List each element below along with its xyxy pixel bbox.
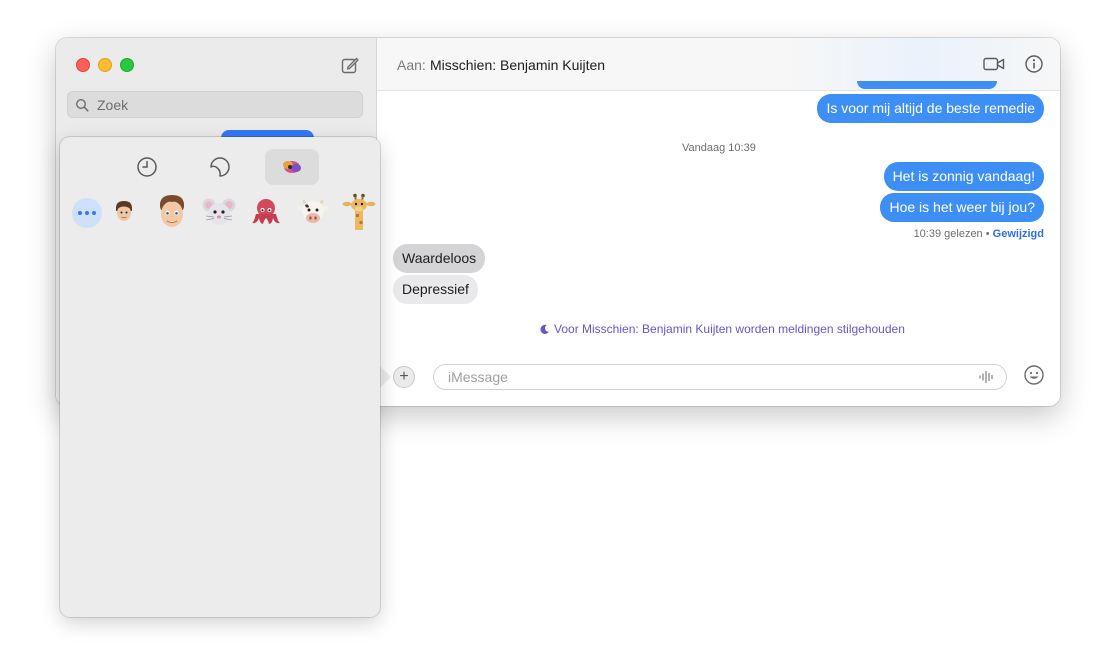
info-icon[interactable]: [1022, 54, 1046, 74]
emoji-icon[interactable]: [1023, 364, 1045, 386]
conversation-pane: Aan: Misschien: Benjamin Kuijten Is voor…: [377, 38, 1060, 406]
more-dot-icon: [92, 211, 96, 215]
focus-note-text: Voor Misschien: Benjamin Kuijten worden …: [554, 322, 905, 336]
read-receipt: 10:39 gelezen • Gewijzigd: [914, 228, 1044, 240]
memoji-person-face[interactable]: [154, 193, 190, 231]
recipient-name[interactable]: Misschien: Benjamin Kuijten: [430, 57, 605, 73]
memoji-person-small[interactable]: [106, 193, 142, 231]
more-memoji-button[interactable]: [72, 198, 102, 228]
to-label: Aan:: [397, 57, 426, 73]
tab-memoji[interactable]: [265, 149, 319, 185]
minimize-button[interactable]: [98, 58, 112, 72]
memoji-popover: [60, 137, 380, 617]
message-bubble-sent[interactable]: Het is zonnig vandaag!: [883, 162, 1044, 191]
search-input[interactable]: [95, 95, 349, 114]
memoji-row: [70, 193, 376, 233]
more-dot-icon: [85, 211, 89, 215]
memoji-giraffe[interactable]: [341, 193, 377, 231]
message-bubble-partial: [857, 81, 997, 89]
receipt-separator: •: [982, 228, 993, 240]
recent-icon: [137, 157, 157, 177]
window-controls: [76, 58, 134, 72]
zoom-button[interactable]: [120, 58, 134, 72]
message-field[interactable]: [433, 364, 1007, 390]
compose-bar: +: [377, 364, 1060, 392]
audio-message-icon[interactable]: [978, 370, 996, 384]
stickers-icon: [210, 157, 230, 177]
more-dot-icon: [78, 211, 82, 215]
memoji-mouse[interactable]: [201, 193, 237, 231]
memoji-icon: [283, 161, 301, 173]
compose-icon[interactable]: [340, 55, 360, 75]
close-button[interactable]: [76, 58, 90, 72]
video-call-icon[interactable]: [982, 54, 1006, 74]
edited-link[interactable]: Gewijzigd: [993, 228, 1044, 240]
message-list: Is voor mij altijd de beste remedie Vand…: [377, 81, 1060, 406]
message-bubble-sent[interactable]: Hoe is het weer bij jou?: [880, 193, 1044, 222]
read-receipt-time: 10:39 gelezen: [913, 228, 983, 240]
memoji-cow[interactable]: [295, 193, 331, 231]
search-field[interactable]: [67, 91, 363, 118]
moon-icon: [540, 324, 549, 334]
apps-button[interactable]: +: [393, 366, 415, 388]
message-bubble-received[interactable]: Waardeloos: [393, 244, 486, 273]
memoji-octopus[interactable]: [248, 193, 284, 231]
message-bubble-received[interactable]: Depressief: [393, 275, 478, 304]
timestamp-divider: Vandaag 10:39: [682, 142, 756, 154]
popover-arrow: [380, 366, 391, 388]
popover-tabs: [60, 149, 380, 185]
message-input[interactable]: [446, 368, 950, 386]
focus-status: Voor Misschien: Benjamin Kuijten worden …: [539, 322, 905, 336]
tab-stickers[interactable]: [193, 149, 247, 185]
search-icon: [75, 98, 89, 112]
tab-recent[interactable]: [120, 149, 174, 185]
message-bubble-sent[interactable]: Is voor mij altijd de beste remedie: [817, 94, 1044, 123]
